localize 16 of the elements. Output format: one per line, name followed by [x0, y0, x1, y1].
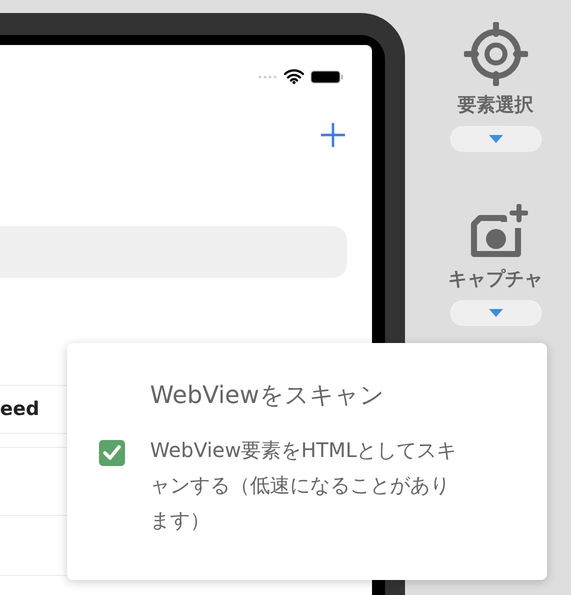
add-icon[interactable] [320, 122, 346, 148]
signal-dots-icon [258, 74, 278, 78]
caret-icon [488, 135, 502, 143]
checkmark-icon [103, 445, 121, 461]
dropdown-button[interactable] [450, 300, 542, 326]
tool-label: キャプチャ [448, 267, 543, 292]
dropdown-button[interactable] [450, 126, 542, 152]
caret-icon [488, 309, 502, 317]
wifi-icon [284, 69, 304, 84]
checkbox[interactable] [99, 440, 125, 466]
battery-icon [310, 70, 344, 84]
crosshair-icon [464, 22, 528, 86]
option-label: WebView要素をHTMLとしてスキャンする（低速になることがあります） [150, 437, 458, 534]
popup-title: WebViewをスキャン [150, 380, 386, 411]
column-header: eed [0, 397, 40, 422]
tool-label: 要素選択 [458, 93, 534, 118]
